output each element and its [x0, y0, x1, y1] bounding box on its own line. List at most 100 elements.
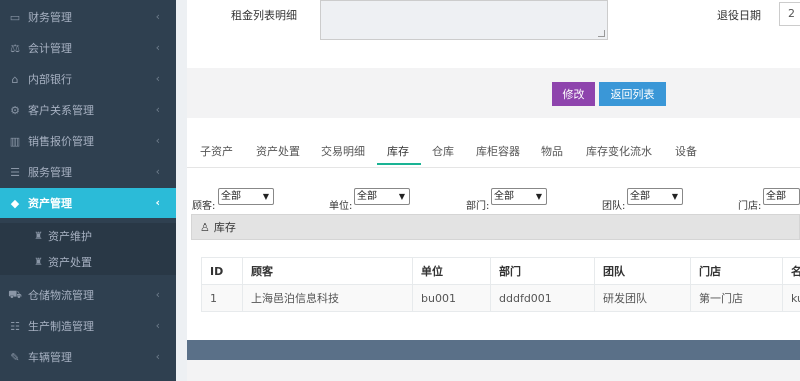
column-header[interactable]: ID [201, 257, 243, 285]
page-footer-bar [187, 340, 800, 360]
sidebar-item-vehicles[interactable]: ✎ 车辆管理 ‹ [0, 342, 176, 372]
column-header[interactable]: 名 [782, 257, 800, 285]
table-cell: 1 [201, 284, 243, 312]
filter-store-label: 门店: [738, 201, 762, 212]
edit-button[interactable]: 修改 [552, 82, 595, 106]
column-header[interactable]: 顾客 [242, 257, 413, 285]
sidebar-item-label: 仓储物流管理 [28, 289, 94, 302]
filter-customer-select[interactable]: 全部 ▼ [218, 188, 274, 205]
filter-value: 全部 [630, 191, 650, 202]
sidebar-item-service[interactable]: ☰ 服务管理 ‹ [0, 157, 176, 187]
sidebar-item-finance[interactable]: ▭ 财务管理 ‹ [0, 2, 176, 32]
truck-icon: ⛟ [8, 287, 22, 301]
sidebar-subitem-label: 资产处置 [47, 256, 92, 269]
sidebar-item-label: 生产制造管理 [28, 320, 94, 333]
active-tab-underline [377, 163, 421, 165]
dropdown-arrow-icon: ▼ [262, 192, 269, 201]
filter-value: 全部 [221, 191, 241, 202]
chevron-left-icon: ‹ [155, 10, 160, 23]
tab-asset-disposal[interactable]: 资产处置 [256, 143, 300, 159]
trophy-icon: ♜ [34, 256, 43, 268]
filter-value: 全部 [494, 191, 514, 202]
panel-title: 库存 [213, 221, 236, 234]
sidebar-item-sales-quote[interactable]: ▥ 销售报价管理 ‹ [0, 126, 176, 156]
dropdown-arrow-icon: ▼ [398, 192, 405, 201]
table-row[interactable]: 1 上海邑泊信息科技 bu001 dddfd001 研发团队 第一门店 ku [201, 284, 800, 312]
sidebar-item-label: 服务管理 [28, 166, 72, 179]
column-header[interactable]: 门店 [690, 257, 783, 285]
filter-unit-label: 单位: [329, 201, 353, 212]
column-header[interactable]: 部门 [490, 257, 595, 285]
sidebar-item-accounting[interactable]: ⚖ 会计管理 ‹ [0, 33, 176, 63]
user-icon: ♙ [200, 220, 210, 234]
inventory-table: ID 顾客 单位 部门 团队 门店 名 1 上海邑泊信息科技 bu001 ddd… [201, 257, 800, 312]
gears-icon: ⚙ [10, 103, 20, 117]
column-header[interactable]: 单位 [412, 257, 491, 285]
chevron-left-icon: ‹ [155, 103, 160, 116]
retire-date-field[interactable]: 2 [779, 2, 800, 26]
tab-sub-assets[interactable]: 子资产 [200, 143, 233, 159]
money-icon: ▭ [9, 10, 21, 24]
chevron-left-icon: ‹ [155, 165, 160, 178]
inventory-panel-header: ♙ 库存 [191, 214, 800, 240]
rent-detail-label: 租金列表明细 [231, 9, 297, 22]
chevron-left-icon: ‹ [155, 196, 160, 209]
sidebar-subitem-label: 资产维护 [47, 230, 92, 243]
filter-team-select[interactable]: 全部 ▼ [627, 188, 683, 205]
sidebar-item-label: 会计管理 [28, 42, 72, 55]
dropdown-arrow-icon: ▼ [535, 192, 542, 201]
bar-chart-icon: ▥ [9, 134, 21, 148]
filter-department-select[interactable]: 全部 ▼ [491, 188, 547, 205]
back-to-list-button[interactable]: 返回列表 [599, 82, 666, 106]
diamond-icon: ◆ [10, 196, 20, 210]
table-header-row: ID 顾客 单位 部门 团队 门店 名 [201, 257, 800, 285]
chevron-left-icon: ‹ [155, 134, 160, 147]
table-cell: 第一门店 [690, 284, 783, 312]
filter-team-label: 团队: [602, 201, 626, 212]
table-cell: 研发团队 [594, 284, 691, 312]
tab-warehouse[interactable]: 仓库 [432, 143, 454, 159]
sidebar-gutter [176, 0, 187, 381]
sidebar-item-warehouse-logistics[interactable]: ⛟ 仓储物流管理 ‹ [0, 280, 176, 310]
dropdown-arrow-icon: ▼ [671, 192, 678, 201]
sidebar-item-assets[interactable]: ◆ 资产管理 ‹ [0, 188, 176, 218]
main-content: 租金列表明细 退役日期 2 修改 返回列表 子资产 资产处置 交易明细 库存 仓… [187, 0, 800, 381]
sidebar-item-label: 客户关系管理 [28, 104, 94, 117]
sidebar-item-label: 财务管理 [28, 11, 72, 24]
tab-container[interactable]: 库柜容器 [476, 143, 520, 159]
table-cell: dddfd001 [490, 284, 595, 312]
sidebar-item-internal-bank[interactable]: ⌂ 内部银行 ‹ [0, 64, 176, 94]
filter-value: 全部 [766, 191, 786, 202]
sliders-icon: ☷ [10, 319, 20, 333]
retire-date-label: 退役日期 [717, 9, 761, 22]
rent-detail-textarea[interactable] [320, 0, 608, 40]
table-cell: 上海邑泊信息科技 [242, 284, 413, 312]
chevron-left-icon: ‹ [155, 288, 160, 301]
table-cell: bu001 [412, 284, 491, 312]
sidebar-subitem-asset-disposal[interactable]: ♜ 资产处置 [0, 249, 176, 275]
filter-department-label: 部门: [466, 201, 490, 212]
sidebar-item-crm[interactable]: ⚙ 客户关系管理 ‹ [0, 95, 176, 125]
sidebar-item-label: 销售报价管理 [28, 135, 94, 148]
tab-inventory-flow[interactable]: 库存变化流水 [586, 143, 652, 159]
sidebar-item-label: 资产管理 [28, 197, 72, 210]
trophy-icon: ♜ [34, 230, 43, 242]
filter-unit-select[interactable]: 全部 ▼ [354, 188, 410, 205]
bottom-strip [187, 360, 800, 381]
resize-grip-icon[interactable] [598, 30, 605, 37]
sidebar-subitem-asset-maintenance[interactable]: ♜ 资产维护 [0, 223, 176, 249]
sidebar-item-manufacturing[interactable]: ☷ 生产制造管理 ‹ [0, 311, 176, 341]
filter-value: 全部 [357, 191, 377, 202]
table-cell: ku [782, 284, 800, 312]
bank-icon: ⌂ [11, 72, 19, 86]
column-header[interactable]: 团队 [594, 257, 691, 285]
edit-icon: ✎ [10, 350, 20, 364]
tab-transactions[interactable]: 交易明细 [321, 143, 365, 159]
chevron-left-icon: ‹ [155, 319, 160, 332]
tab-equipment[interactable]: 设备 [675, 143, 697, 159]
tab-items[interactable]: 物品 [541, 143, 563, 159]
tab-inventory[interactable]: 库存 [387, 143, 409, 159]
chevron-left-icon: ‹ [155, 350, 160, 363]
filter-store-select[interactable]: 全部 [763, 188, 800, 205]
sidebar-item-label: 内部银行 [28, 73, 72, 86]
